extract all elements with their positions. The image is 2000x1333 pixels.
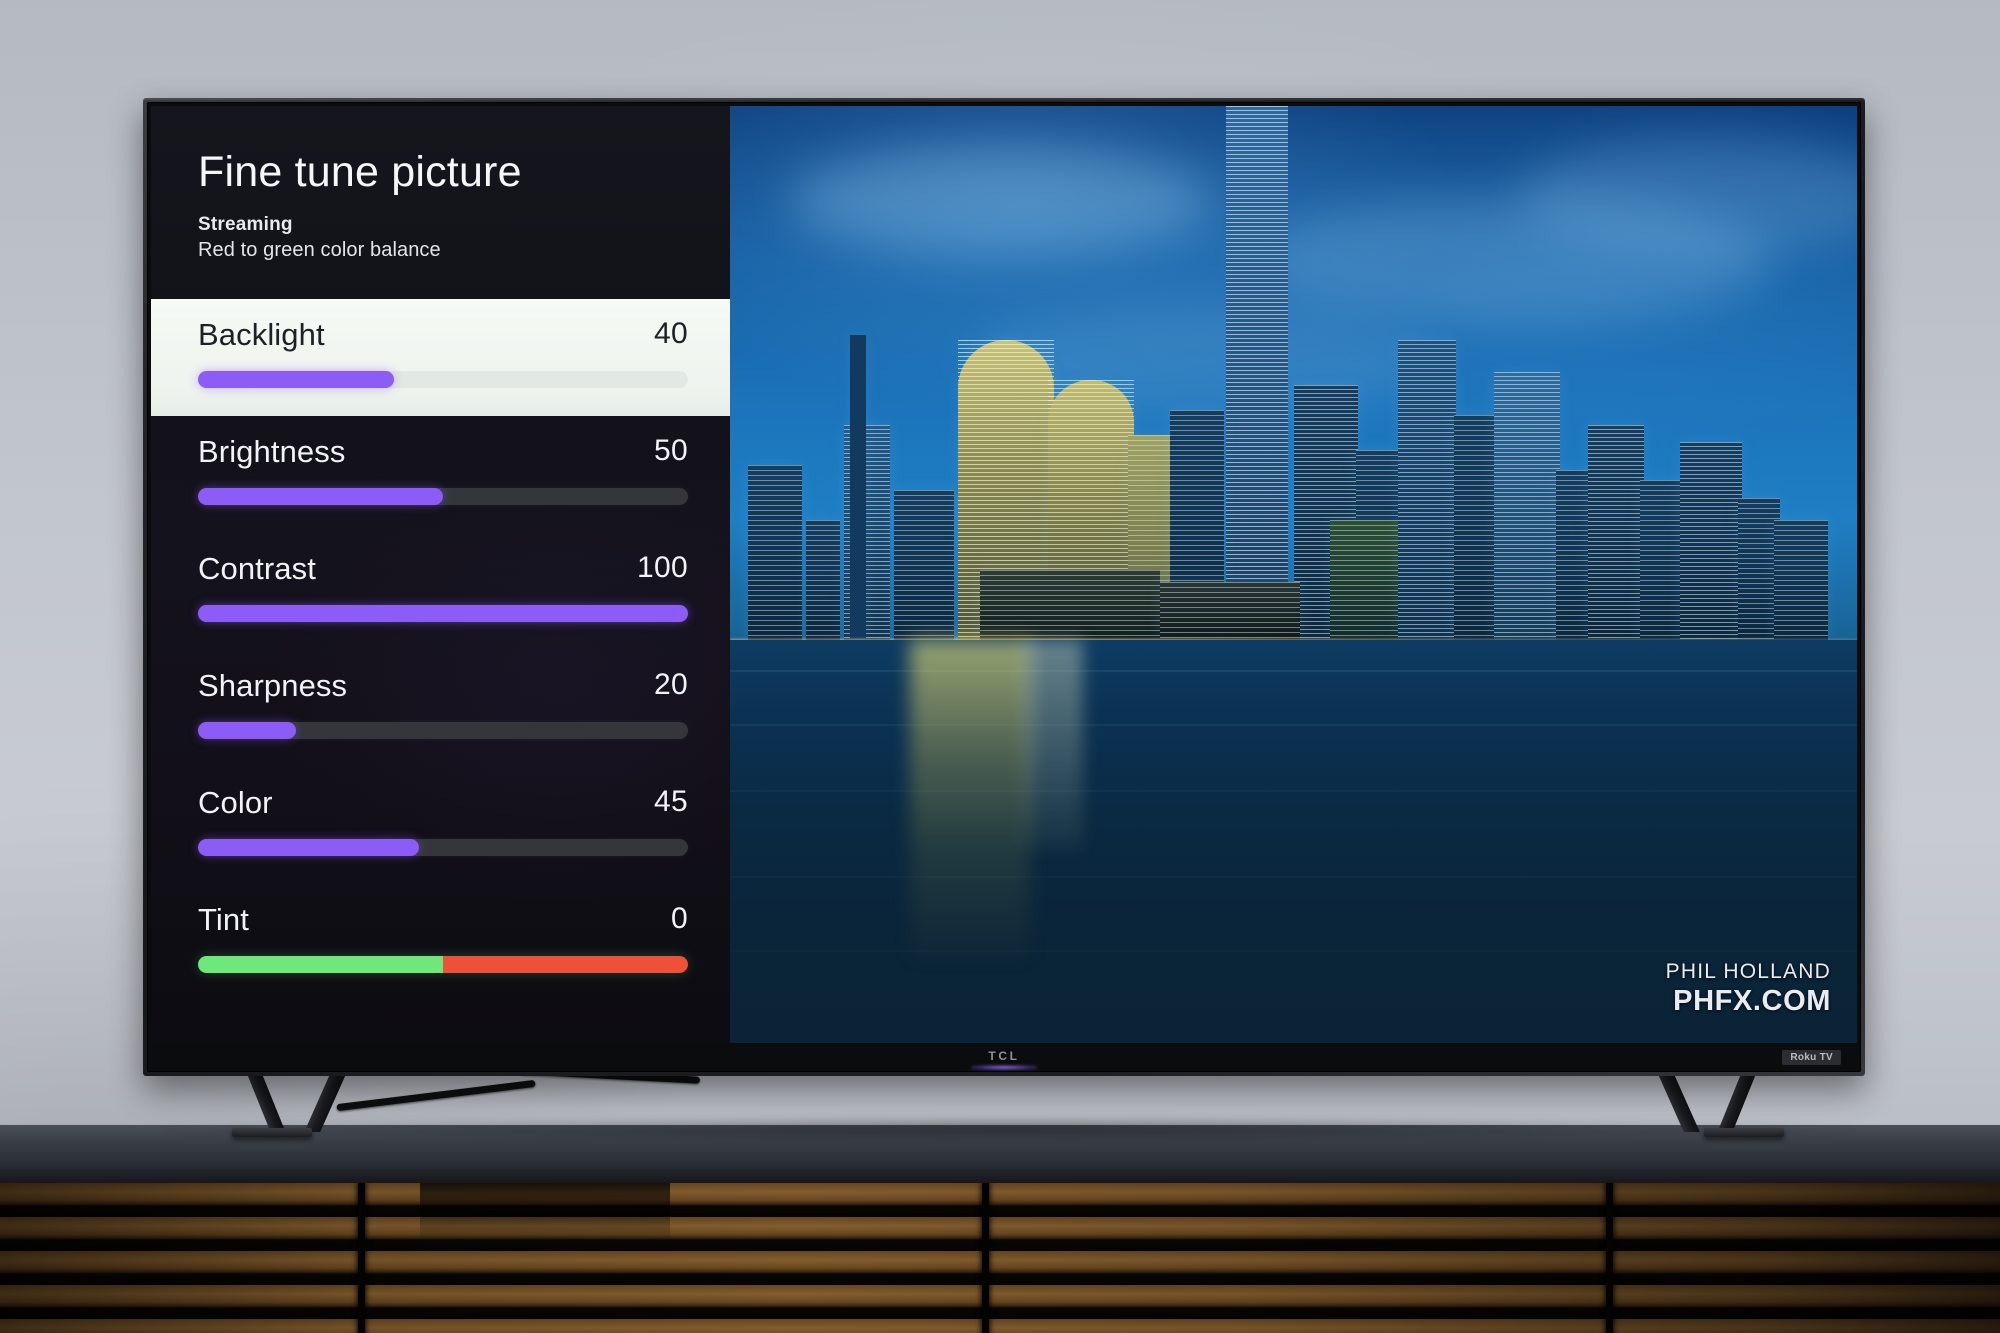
tint-red-segment <box>443 956 688 973</box>
setting-value: 100 <box>637 551 688 584</box>
watermark-name: PHIL HOLLAND <box>1665 960 1831 984</box>
row-text: 0 Tint <box>198 902 688 938</box>
setting-label: Backlight <box>198 317 325 352</box>
cabinet-shading <box>0 1183 2000 1333</box>
console-cabinet <box>0 1183 2000 1333</box>
row-text: 40 Backlight <box>198 317 688 353</box>
panel-header: Fine tune picture Streaming Red to green… <box>198 151 700 262</box>
page-title: Fine tune picture <box>198 148 522 196</box>
watermark-site: PHFX.COM <box>1673 984 1831 1017</box>
setting-row-tint[interactable]: 0 Tint <box>151 884 730 1001</box>
water-reflection <box>910 640 1031 961</box>
cabinet-seam <box>982 1183 989 1333</box>
setting-label: Tint <box>198 902 249 937</box>
power-cable <box>336 1079 536 1112</box>
tint-split-slider[interactable] <box>198 956 688 973</box>
slider-fill <box>198 371 394 388</box>
row-text: 100 Contrast <box>198 551 688 587</box>
building <box>1494 372 1560 641</box>
building <box>1680 442 1742 641</box>
tint-green-segment <box>198 956 443 973</box>
tv-console <box>0 1125 2000 1333</box>
building <box>1588 425 1644 641</box>
setting-value: 45 <box>654 785 688 818</box>
setting-row-color[interactable]: 45 Color <box>151 767 730 884</box>
building <box>894 490 954 641</box>
building <box>1330 520 1402 641</box>
slider-fill <box>198 488 443 505</box>
video-content: PHIL HOLLAND PHFX.COM <box>730 106 1857 1043</box>
setting-value: 20 <box>654 668 688 701</box>
slider-fill <box>198 605 688 622</box>
row-text: 45 Color <box>198 785 688 821</box>
power-led <box>971 1065 1037 1070</box>
slider-fill <box>198 839 419 856</box>
waterfront-building <box>980 570 1160 641</box>
tv-set: PHIL HOLLAND PHFX.COM Fine tune picture … <box>143 98 1865 1076</box>
building <box>1774 520 1828 641</box>
building <box>748 465 802 641</box>
building <box>1398 340 1456 641</box>
cabinet-seam <box>1606 1183 1613 1333</box>
waterfront-building <box>1160 582 1300 641</box>
row-text: 50 Brightness <box>198 434 688 470</box>
cloud <box>790 146 1210 256</box>
building <box>850 335 866 641</box>
cabinet-inner-shadow <box>420 1183 670 1243</box>
one-world-trade-center <box>1226 106 1288 641</box>
setting-label: Color <box>198 785 273 820</box>
building <box>1454 415 1498 641</box>
setting-row-backlight[interactable]: 40 Backlight <box>151 299 730 416</box>
building <box>806 520 840 641</box>
setting-label: Brightness <box>198 434 346 469</box>
water-reflection <box>1023 640 1084 851</box>
source-label: Streaming <box>198 214 293 235</box>
slider-track[interactable] <box>198 722 688 739</box>
roku-tv-badge: Roku TV <box>1782 1050 1841 1065</box>
setting-value: 40 <box>654 317 688 350</box>
tv-stand-left-foot <box>232 1128 312 1137</box>
slider-fill <box>198 722 296 739</box>
slider-track[interactable] <box>198 839 688 856</box>
slider-track[interactable] <box>198 605 688 622</box>
setting-row-contrast[interactable]: 100 Contrast <box>151 533 730 650</box>
room-scene: PHIL HOLLAND PHFX.COM Fine tune picture … <box>0 0 2000 1333</box>
fine-tune-picture-panel: Fine tune picture Streaming Red to green… <box>151 106 730 1043</box>
setting-row-brightness[interactable]: 50 Brightness <box>151 416 730 533</box>
panel-description: Red to green color balance <box>198 239 441 261</box>
slider-track[interactable] <box>198 488 688 505</box>
tv-screen: PHIL HOLLAND PHFX.COM Fine tune picture … <box>151 106 1857 1043</box>
settings-row-list: 40 Backlight 50 Brightness 100 Contrast 20 Shar… <box>151 299 730 1001</box>
setting-value: 0 <box>671 902 688 935</box>
tv-stand-right-foot <box>1704 1128 1784 1137</box>
photographer-watermark: PHIL HOLLAND PHFX.COM <box>1666 960 1831 1017</box>
setting-value: 50 <box>654 434 688 467</box>
setting-row-sharpness[interactable]: 20 Sharpness <box>151 650 730 767</box>
row-text: 20 Sharpness <box>198 668 688 704</box>
tcl-brand-logo: TCL <box>988 1049 1020 1063</box>
slider-track[interactable] <box>198 371 688 388</box>
setting-label: Contrast <box>198 551 316 586</box>
cabinet-seam <box>358 1183 365 1333</box>
setting-label: Sharpness <box>198 668 348 703</box>
tv-drop-shadow <box>160 1118 1860 1140</box>
